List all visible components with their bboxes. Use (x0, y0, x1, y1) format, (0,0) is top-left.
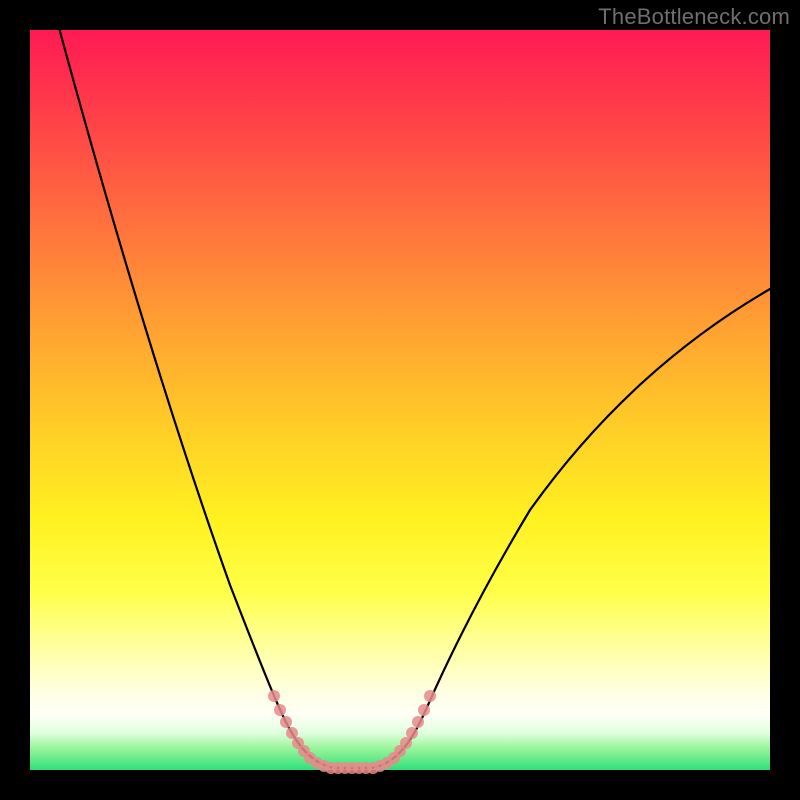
curve-left-branch (60, 30, 278, 705)
chart-svg (30, 30, 770, 770)
watermark-text: TheBottleneck.com (598, 4, 790, 30)
highlight-dots (268, 690, 436, 774)
chart-frame: TheBottleneck.com (0, 0, 800, 800)
curve-right-branch (428, 289, 770, 705)
bottleneck-curve (60, 30, 770, 768)
